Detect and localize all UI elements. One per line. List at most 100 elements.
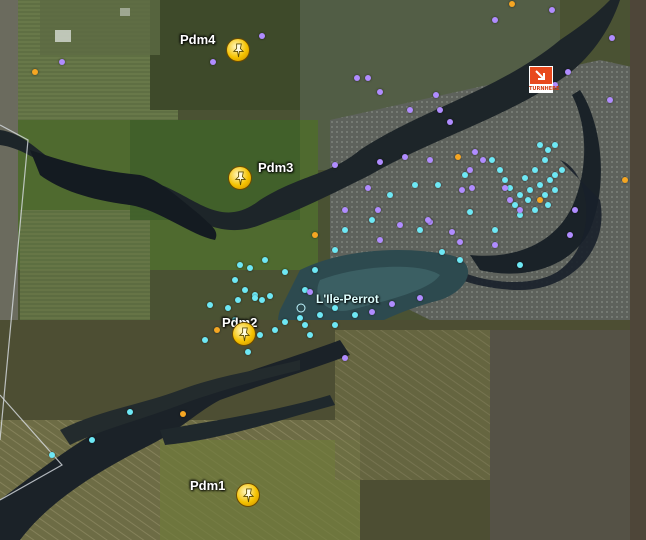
purple-marker[interactable] [607, 97, 613, 103]
cyan-marker[interactable] [282, 319, 288, 325]
purple-marker[interactable] [369, 309, 375, 315]
cyan-marker[interactable] [492, 227, 498, 233]
purple-marker[interactable] [397, 222, 403, 228]
cyan-marker[interactable] [352, 312, 358, 318]
purple-marker[interactable] [342, 207, 348, 213]
cyan-marker[interactable] [272, 327, 278, 333]
cyan-marker[interactable] [532, 207, 538, 213]
cyan-marker[interactable] [502, 177, 508, 183]
cyan-marker[interactable] [532, 167, 538, 173]
cyan-marker[interactable] [439, 249, 445, 255]
purple-marker[interactable] [459, 187, 465, 193]
purple-marker[interactable] [425, 217, 431, 223]
satellite-map[interactable]: Pdm4 Pdm3 Pdm2 Pdm1 L'Ile-Perrot TURNHER… [0, 0, 646, 540]
purple-marker[interactable] [457, 239, 463, 245]
cyan-marker[interactable] [552, 187, 558, 193]
cyan-marker[interactable] [552, 142, 558, 148]
orange-marker[interactable] [214, 327, 220, 333]
purple-marker[interactable] [492, 242, 498, 248]
cyan-marker[interactable] [317, 312, 323, 318]
purple-marker[interactable] [472, 149, 478, 155]
cyan-marker[interactable] [262, 257, 268, 263]
purple-marker[interactable] [259, 33, 265, 39]
cyan-marker[interactable] [297, 315, 303, 321]
placemark-pdm3[interactable] [228, 166, 252, 190]
cyan-marker[interactable] [232, 277, 238, 283]
purple-marker[interactable] [447, 119, 453, 125]
cyan-marker[interactable] [202, 337, 208, 343]
cyan-marker[interactable] [537, 182, 543, 188]
orange-marker[interactable] [509, 1, 515, 7]
purple-marker[interactable] [449, 229, 455, 235]
purple-marker[interactable] [377, 89, 383, 95]
purple-marker[interactable] [389, 301, 395, 307]
cyan-marker[interactable] [307, 332, 313, 338]
cyan-marker[interactable] [342, 227, 348, 233]
cyan-marker[interactable] [332, 322, 338, 328]
purple-marker[interactable] [417, 295, 423, 301]
cyan-marker[interactable] [559, 167, 565, 173]
cyan-marker[interactable] [235, 297, 241, 303]
cyan-marker[interactable] [537, 142, 543, 148]
purple-marker[interactable] [332, 162, 338, 168]
purple-marker[interactable] [407, 107, 413, 113]
cyan-marker[interactable] [252, 295, 258, 301]
purple-marker[interactable] [502, 185, 508, 191]
purple-marker[interactable] [365, 75, 371, 81]
purple-marker[interactable] [572, 207, 578, 213]
purple-marker[interactable] [565, 69, 571, 75]
purple-marker[interactable] [375, 207, 381, 213]
purple-marker[interactable] [427, 157, 433, 163]
purple-marker[interactable] [467, 167, 473, 173]
purple-marker[interactable] [492, 17, 498, 23]
purple-marker[interactable] [354, 75, 360, 81]
cyan-marker[interactable] [545, 202, 551, 208]
cyan-marker[interactable] [522, 175, 528, 181]
cyan-marker[interactable] [457, 257, 463, 263]
purple-marker[interactable] [549, 7, 555, 13]
orange-marker[interactable] [180, 411, 186, 417]
placemark-pdm1[interactable] [236, 483, 260, 507]
purple-marker[interactable] [365, 185, 371, 191]
cyan-marker[interactable] [435, 182, 441, 188]
cyan-marker[interactable] [332, 247, 338, 253]
cyan-marker[interactable] [49, 452, 55, 458]
cyan-marker[interactable] [497, 167, 503, 173]
purple-marker[interactable] [437, 107, 443, 113]
purple-marker[interactable] [469, 185, 475, 191]
cyan-marker[interactable] [517, 192, 523, 198]
cyan-marker[interactable] [127, 409, 133, 415]
turnhere-logo[interactable]: TURNHERE [529, 66, 559, 94]
cyan-marker[interactable] [237, 262, 243, 268]
cyan-marker[interactable] [225, 305, 231, 311]
cyan-marker[interactable] [527, 187, 533, 193]
purple-marker[interactable] [507, 197, 513, 203]
cyan-marker[interactable] [267, 293, 273, 299]
orange-marker[interactable] [32, 69, 38, 75]
purple-marker[interactable] [402, 154, 408, 160]
cyan-marker[interactable] [89, 437, 95, 443]
placemark-pdm2[interactable] [232, 322, 256, 346]
cyan-marker[interactable] [247, 265, 253, 271]
purple-marker[interactable] [210, 59, 216, 65]
purple-marker[interactable] [517, 207, 523, 213]
cyan-marker[interactable] [282, 269, 288, 275]
cyan-marker[interactable] [257, 332, 263, 338]
cyan-marker[interactable] [525, 197, 531, 203]
cyan-marker[interactable] [207, 302, 213, 308]
cyan-marker[interactable] [517, 262, 523, 268]
cyan-marker[interactable] [467, 209, 473, 215]
cyan-marker[interactable] [542, 192, 548, 198]
orange-marker[interactable] [455, 154, 461, 160]
purple-marker[interactable] [480, 157, 486, 163]
cyan-marker[interactable] [542, 157, 548, 163]
purple-marker[interactable] [609, 35, 615, 41]
purple-marker[interactable] [433, 92, 439, 98]
cyan-marker[interactable] [369, 217, 375, 223]
orange-marker[interactable] [312, 232, 318, 238]
orange-marker[interactable] [537, 197, 543, 203]
purple-marker[interactable] [307, 289, 313, 295]
cyan-marker[interactable] [417, 227, 423, 233]
cyan-marker[interactable] [312, 267, 318, 273]
placemark-pdm4[interactable] [226, 38, 250, 62]
